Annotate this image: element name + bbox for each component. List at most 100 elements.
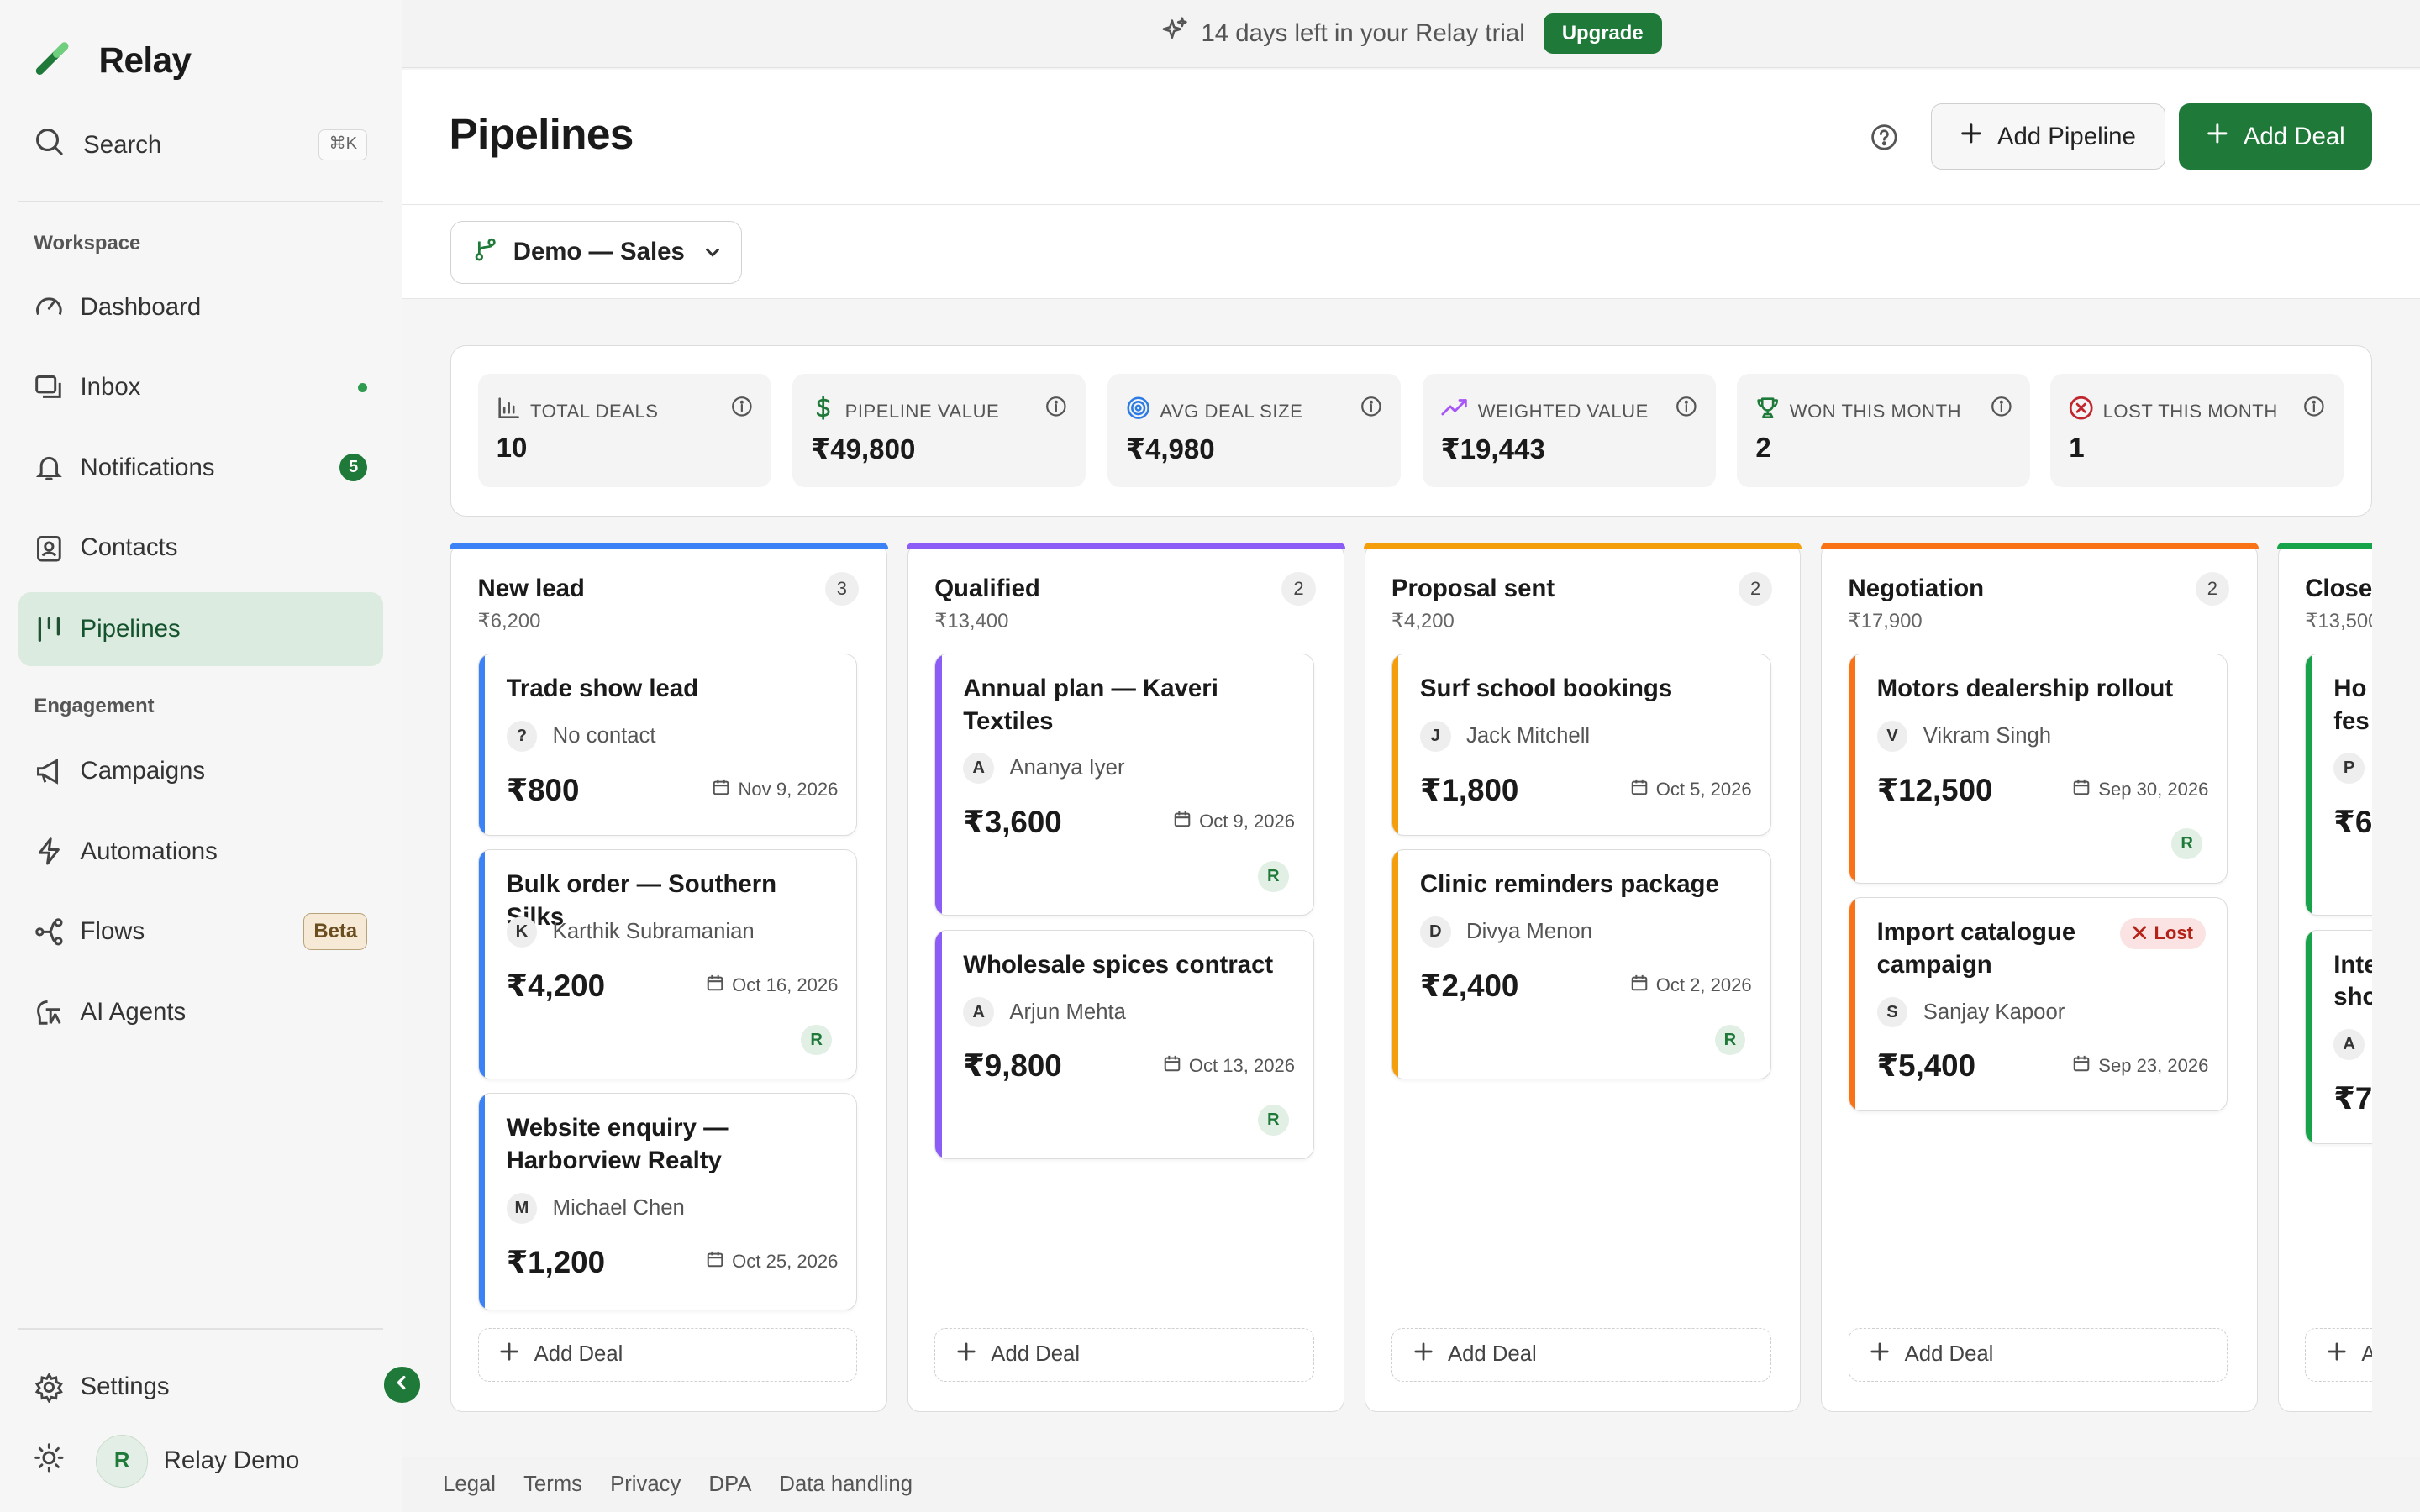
pipeline-select[interactable]: Demo — Sales: [450, 220, 743, 284]
deal-contact: P: [2333, 753, 2365, 785]
deal-date-text: Oct 9, 2026: [1199, 811, 1295, 832]
add-deal-inline-button[interactable]: Add Deal: [477, 1327, 858, 1382]
add-deal-inline-button[interactable]: Add Deal: [934, 1327, 1315, 1382]
card-accent: [478, 850, 485, 1079]
owner-avatar: R: [1257, 1105, 1289, 1136]
pipeline-icon: [34, 614, 65, 645]
add-pipeline-button[interactable]: Add Pipeline: [1930, 103, 2165, 171]
relay-logo-icon: [34, 37, 74, 84]
deal-card[interactable]: Surf school bookings J Jack Mitchell ₹1,8…: [1391, 653, 1771, 836]
owner-avatar: R: [801, 1024, 832, 1056]
deal-title: Clinic reminders package: [1419, 870, 1719, 899]
sidebar-item-inbox[interactable]: Inbox: [18, 350, 382, 424]
collapse-sidebar-button[interactable]: [384, 1367, 420, 1403]
deal-card[interactable]: Import catalogue campaign Lost S Sanjay K…: [1848, 897, 2228, 1112]
deal-card[interactable]: Clinic reminders package D Divya Menon ₹2…: [1391, 849, 1771, 1079]
upgrade-button[interactable]: Upgrade: [1543, 13, 1662, 54]
stage-count: 2: [1738, 571, 1773, 606]
info-icon[interactable]: [2303, 396, 2325, 417]
deal-card[interactable]: Website enquiry — Harborview Realty M Mic…: [477, 1093, 858, 1311]
bell-icon: [34, 452, 65, 483]
sidebar-item-campaigns[interactable]: Campaigns: [18, 734, 382, 808]
sidebar-item-notifications[interactable]: Notifications 5: [18, 430, 382, 504]
stage-color-bar: [2277, 543, 2373, 549]
add-deal-inline-button[interactable]: Add Deal: [1848, 1327, 2228, 1382]
stage-title: Proposal sent: [1391, 575, 1555, 603]
owner-avatar: R: [1714, 1024, 1746, 1056]
search-button[interactable]: Search ⌘K: [34, 123, 368, 166]
deal-card[interactable]: Trade show lead ? No contact ₹800 Nov 9, …: [477, 653, 858, 836]
footer-link-privacy[interactable]: Privacy: [610, 1473, 681, 1497]
search-shortcut: ⌘K: [318, 129, 368, 161]
deal-date-text: Sep 23, 2026: [2098, 1054, 2209, 1076]
stat-pipeline-value: PIPELINE VALUE ₹49,800: [792, 374, 1086, 487]
theme-toggle-icon[interactable]: [34, 1442, 65, 1480]
sidebar-item-label: Dashboard: [80, 292, 202, 321]
add-deal-inline-button[interactable]: A: [2305, 1327, 2373, 1382]
page-title: Pipelines: [449, 108, 634, 158]
footer-link-dpa[interactable]: DPA: [708, 1473, 751, 1497]
user-name: Relay Demo: [163, 1446, 300, 1475]
add-deal-button[interactable]: Add Deal: [2179, 103, 2373, 171]
chevron-down-icon: [703, 243, 722, 261]
brand[interactable]: Relay: [34, 37, 192, 84]
footer-link-data-handling[interactable]: Data handling: [779, 1473, 913, 1497]
dollar-icon: [811, 396, 835, 427]
contact-avatar: J: [1419, 720, 1451, 752]
plus-icon: [1414, 1342, 1433, 1367]
info-icon[interactable]: [731, 396, 753, 417]
stat-weighted-value: WEIGHTED VALUE ₹19,443: [1422, 374, 1716, 487]
stat-value: ₹19,443: [1440, 434, 1545, 466]
sidebar-item-pipelines[interactable]: Pipelines: [18, 592, 383, 667]
deal-card[interactable]: Motors dealership rollout V Vikram Singh …: [1848, 653, 2228, 884]
sidebar-item-label: Inbox: [80, 373, 141, 402]
deal-contact: S Sanjay Kapoor: [1876, 996, 2065, 1028]
calendar-icon: [2072, 1054, 2091, 1078]
deal-amount: ₹800: [506, 772, 580, 807]
deal-contact: ? No contact: [506, 720, 656, 752]
deal-contact: A Arjun Mehta: [963, 996, 1126, 1028]
deal-card[interactable]: Annual plan — Kaveri Textiles A Ananya Iy…: [934, 653, 1315, 916]
contact-name: Karthik Subramanian: [552, 920, 755, 944]
deal-card[interactable]: Ho fes P ₹6: [2305, 653, 2373, 916]
sidebar-item-flows[interactable]: Flows Beta: [18, 895, 382, 969]
stage-title: Negotiation: [1848, 575, 1985, 603]
stage-column: Close ₹13,500 Ho fes P ₹6 Inte sho A ₹7,…: [2277, 543, 2373, 1412]
gear-icon: [34, 1372, 65, 1403]
stat-value: ₹49,800: [811, 434, 916, 466]
sidebar-divider: [18, 1328, 383, 1331]
info-icon[interactable]: [1676, 396, 1697, 417]
footer-link-legal[interactable]: Legal: [443, 1473, 496, 1497]
stage-color-bar: [1363, 543, 1802, 549]
section-label-workspace: Workspace: [34, 231, 141, 255]
deal-card[interactable]: Inte sho A ₹7,: [2305, 929, 2373, 1144]
sidebar-item-dashboard[interactable]: Dashboard: [18, 270, 382, 344]
plus-icon: [2328, 1342, 2346, 1367]
add-deal-inline-button[interactable]: Add Deal: [1391, 1327, 1771, 1382]
sidebar-item-ai-agents[interactable]: AI Agents: [18, 975, 382, 1049]
plus-icon: [1870, 1342, 1889, 1367]
add-deal-label: Add Deal: [1904, 1342, 1994, 1367]
contact-name: Michael Chen: [552, 1195, 685, 1220]
sidebar-item-settings[interactable]: Settings: [18, 1350, 382, 1424]
app-root: Relay Search ⌘K Workspace Dashboard Inbo…: [0, 0, 2420, 1512]
deal-contact: K Karthik Subramanian: [506, 916, 755, 948]
lost-badge-label: Lost: [2154, 922, 2193, 944]
user-menu[interactable]: R Relay Demo: [34, 1435, 300, 1488]
stage-column: Negotiation ₹17,900 2 Motors dealership …: [1820, 543, 2259, 1412]
info-icon[interactable]: [1991, 396, 2012, 417]
help-icon[interactable]: [1869, 122, 1900, 153]
deal-card[interactable]: Wholesale spices contract A Arjun Mehta ₹…: [934, 929, 1315, 1160]
card-accent: [935, 654, 942, 916]
stat-value: 10: [496, 433, 528, 465]
sidebar-item-contacts[interactable]: Contacts: [18, 511, 382, 585]
contact-name: No contact: [552, 723, 656, 748]
deal-card[interactable]: Bulk order — Southern Silks K Karthik Sub…: [477, 849, 858, 1079]
plus-icon: [2207, 123, 2228, 151]
sidebar-item-automations[interactable]: Automations: [18, 815, 382, 889]
sidebar-item-label: Pipelines: [80, 615, 181, 643]
info-icon[interactable]: [1360, 396, 1382, 417]
deal-amount: ₹5,400: [1876, 1048, 1976, 1084]
footer-link-terms[interactable]: Terms: [523, 1473, 582, 1497]
info-icon[interactable]: [1045, 396, 1067, 417]
